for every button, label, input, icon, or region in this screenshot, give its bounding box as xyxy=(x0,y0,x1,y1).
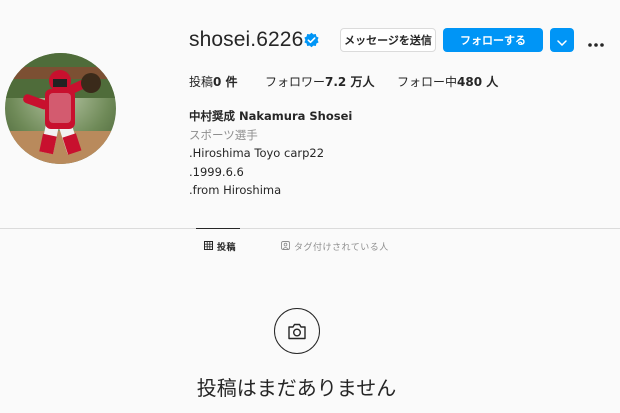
profile-username: shosei.6226 xyxy=(189,28,304,51)
grid-icon xyxy=(204,240,213,253)
suggested-accounts-dropdown-button[interactable] xyxy=(550,28,574,52)
tab-posts-label: 投稿 xyxy=(217,243,237,253)
profile-category: スポーツ選手 xyxy=(189,127,258,142)
following-count[interactable]: フォロー中480 人 xyxy=(397,73,498,90)
profile-avatar[interactable] xyxy=(5,53,116,164)
empty-state-message: 投稿はまだありません xyxy=(196,376,397,400)
active-tab-indicator xyxy=(196,228,240,229)
tagged-person-icon xyxy=(281,240,290,253)
verified-badge-icon xyxy=(303,32,320,49)
follow-button[interactable]: フォローする xyxy=(443,28,543,52)
more-options-icon[interactable] xyxy=(587,35,605,47)
chevron-down-icon xyxy=(557,31,567,50)
bio-line: .Hiroshima Toyo carp22 xyxy=(189,146,325,160)
profile-full-name: 中村奨成 Nakamura Shosei xyxy=(189,109,353,123)
profile-top-row: shosei.6226 メッセージを送信 フォローする xyxy=(189,28,620,54)
tab-posts[interactable]: 投稿 xyxy=(204,240,236,253)
tab-tagged[interactable]: タグ付けされている人 xyxy=(281,240,389,253)
tabs-divider xyxy=(0,228,620,229)
bio-line: .1999.6.6 xyxy=(189,164,244,179)
posts-count: 投稿0 件 xyxy=(189,75,238,89)
tab-tagged-label: タグ付けされている人 xyxy=(294,243,389,253)
followers-count[interactable]: フォロワー7.2 万人 xyxy=(265,73,374,90)
bio-line: .from Hiroshima xyxy=(189,183,282,197)
profile-bio: 中村奨成 Nakamura Shosei スポーツ選手 .Hiroshima T… xyxy=(189,107,352,200)
camera-icon xyxy=(274,308,320,354)
send-message-button[interactable]: メッセージを送信 xyxy=(340,28,436,52)
